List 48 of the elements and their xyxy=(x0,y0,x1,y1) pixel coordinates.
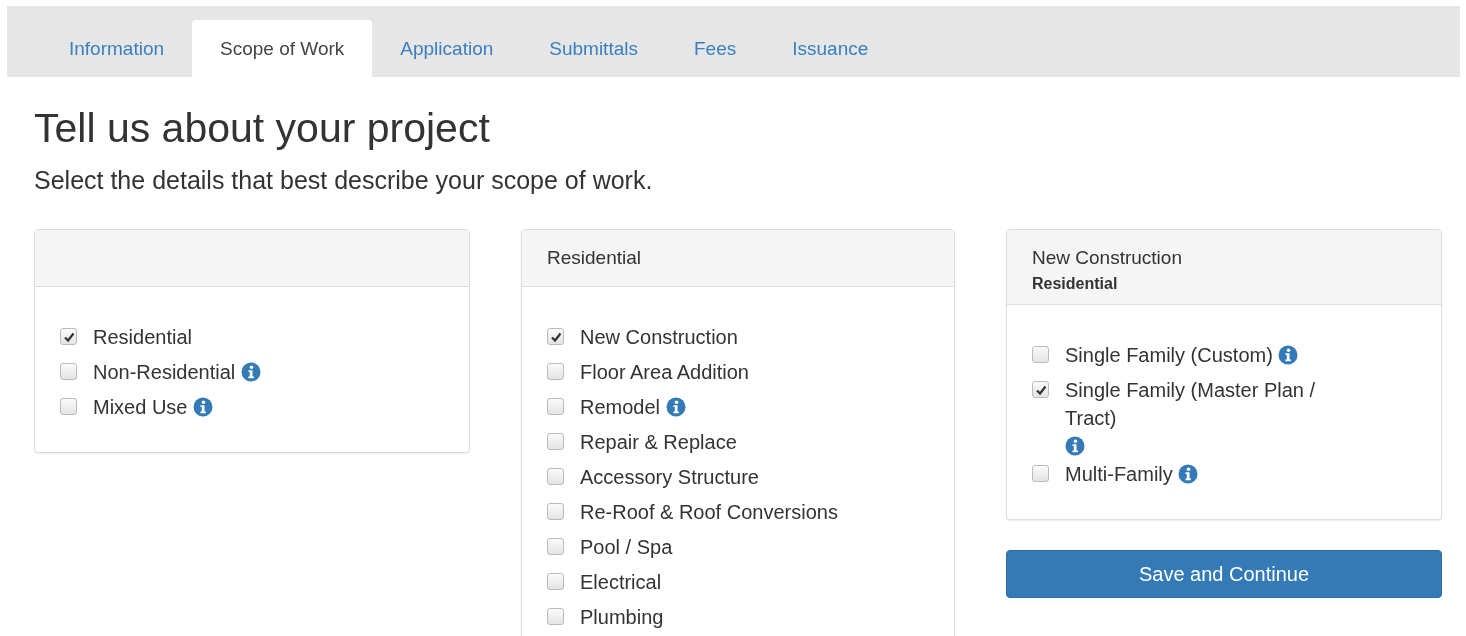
checkbox[interactable] xyxy=(547,363,564,380)
tab[interactable]: Issuance xyxy=(764,20,897,77)
checkbox[interactable] xyxy=(547,328,564,345)
checkbox[interactable] xyxy=(1032,381,1049,398)
checkbox[interactable] xyxy=(547,433,564,450)
info-icon[interactable] xyxy=(1278,345,1299,365)
info-icon[interactable] xyxy=(1065,436,1085,456)
option-label: Electrical xyxy=(580,570,662,595)
checkbox[interactable] xyxy=(547,468,564,485)
tab[interactable]: Fees xyxy=(665,20,765,77)
save-and-continue-button[interactable]: Save and Continue xyxy=(1006,550,1442,598)
option-label: Single Family (Custom) xyxy=(1065,343,1273,368)
info-icon[interactable] xyxy=(240,362,261,382)
option-label: Remodel xyxy=(580,395,661,420)
checkbox[interactable] xyxy=(547,608,564,625)
option-label: Non-Residential xyxy=(93,360,236,385)
option-label: Mixed Use xyxy=(93,395,188,420)
info-icon[interactable] xyxy=(665,397,686,417)
tab[interactable]: Scope of Work xyxy=(192,20,373,77)
option-label: Multi-Family xyxy=(1065,462,1173,487)
checkbox[interactable] xyxy=(547,503,564,520)
tab[interactable]: Submittals xyxy=(521,20,666,77)
info-icon[interactable] xyxy=(193,397,214,417)
option-label: Plumbing xyxy=(580,605,664,630)
checkbox[interactable] xyxy=(1032,346,1049,363)
checkbox[interactable] xyxy=(547,538,564,555)
page-heading: Tell us about your project xyxy=(34,104,491,152)
option-label: New Construction xyxy=(580,325,738,350)
checkbox[interactable] xyxy=(547,573,564,590)
checkbox[interactable] xyxy=(60,363,77,380)
page-subheading: Select the details that best describe your scope of work. xyxy=(34,165,654,196)
checkbox[interactable] xyxy=(60,398,77,415)
panel-subtitle: Residential xyxy=(1032,274,1119,294)
option-label: Re-Roof & Roof Conversions xyxy=(580,500,838,525)
info-icon[interactable] xyxy=(1178,464,1199,484)
option-label: Single Family (Master Plan / Tract) xyxy=(1065,378,1317,431)
panel-title: Residential xyxy=(547,246,642,270)
panel-title: New Construction xyxy=(1032,246,1183,270)
checkbox[interactable] xyxy=(60,328,77,345)
tab[interactable]: Information xyxy=(41,20,193,77)
option-label: Residential xyxy=(93,325,192,350)
tab[interactable]: Application xyxy=(372,20,522,77)
option-label: Pool / Spa xyxy=(580,535,673,560)
checkbox[interactable] xyxy=(1032,465,1049,482)
option-label: Accessory Structure xyxy=(580,465,759,490)
checkbox[interactable] xyxy=(547,398,564,415)
option-label: Floor Area Addition xyxy=(580,360,749,385)
option-label: Repair & Replace xyxy=(580,430,737,455)
